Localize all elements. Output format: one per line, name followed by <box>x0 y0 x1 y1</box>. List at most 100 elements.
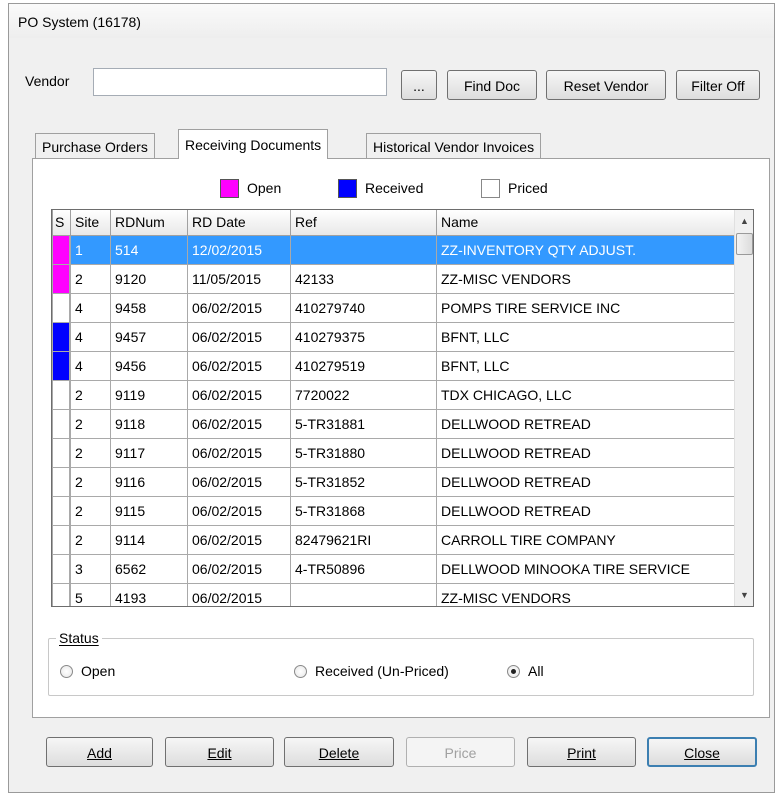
radio-open-label: Open <box>81 663 116 679</box>
row-status-cell <box>52 379 71 410</box>
site-cell: 5 <box>70 582 111 606</box>
add-button[interactable]: Add <box>46 737 153 767</box>
delete-button[interactable]: Delete <box>284 737 394 767</box>
grid-body: 1 514 12/02/2015 ZZ-INVENTORY QTY ADJUST. 2 9… <box>52 234 735 606</box>
status-radio-open[interactable]: Open <box>60 663 115 679</box>
name-cell: ZZ-MISC VENDORS <box>436 582 735 606</box>
legend-priced: Priced <box>481 177 548 199</box>
print-button-label: Print <box>567 745 596 761</box>
table-row[interactable]: 4 9458 06/02/2015 410279740 POMPS TIRE SERVI… <box>52 292 735 323</box>
site-cell: 2 <box>70 263 111 294</box>
legend-open-label: Open <box>247 180 282 196</box>
rd-date-cell: 12/02/2015 <box>187 234 291 265</box>
column-header-rd-date[interactable]: RD Date <box>187 210 291 236</box>
column-header-site[interactable]: Site <box>70 210 111 236</box>
table-row[interactable]: 2 9116 06/02/2015 5-TR31852 DELLWOOD RETREAD <box>52 466 735 497</box>
status-radio-received-unpriced[interactable]: Received (Un-Priced) <box>294 663 449 679</box>
scroll-up-icon[interactable]: ▲ <box>735 212 753 230</box>
row-status-cell <box>52 292 71 323</box>
find-doc-button[interactable]: Find Doc <box>447 70 537 100</box>
vendor-row: Vendor ... Find Doc Reset Vendor Filter … <box>25 68 766 100</box>
vendor-input[interactable] <box>93 68 387 96</box>
legend-open: Open <box>220 177 281 199</box>
window-title: PO System (16178) <box>9 4 774 38</box>
ref-cell: 410279740 <box>290 292 437 323</box>
name-cell: POMPS TIRE SERVICE INC <box>436 292 735 323</box>
rd-date-cell: 06/02/2015 <box>187 292 291 323</box>
row-status-cell <box>52 582 71 606</box>
ref-cell: 410279375 <box>290 321 437 352</box>
tab-receiving-documents[interactable]: Receiving Documents <box>178 129 329 159</box>
table-row[interactable]: 2 9117 06/02/2015 5-TR31880 DELLWOOD RETREAD <box>52 437 735 468</box>
tab-historical-vendor-invoices[interactable]: Historical Vendor Invoices <box>366 133 542 159</box>
delete-button-label: Delete <box>318 745 360 761</box>
table-row[interactable]: 2 9115 06/02/2015 5-TR31868 DELLWOOD RETREAD <box>52 495 735 526</box>
column-header-ref[interactable]: Ref <box>290 210 437 236</box>
edit-button[interactable]: Edit <box>165 737 274 767</box>
radio-received-indicator[interactable] <box>294 664 307 678</box>
scroll-down-icon[interactable]: ▼ <box>735 586 753 604</box>
close-button[interactable]: Close <box>647 737 757 767</box>
rdnum-cell: 9114 <box>110 524 188 555</box>
name-cell: BFNT, LLC <box>436 321 735 352</box>
site-cell: 4 <box>70 321 111 352</box>
status-color-indicator <box>53 265 70 292</box>
site-cell: 1 <box>70 234 111 265</box>
vendor-label: Vendor <box>25 73 70 89</box>
row-status-cell <box>52 437 71 468</box>
site-cell: 3 <box>70 553 111 584</box>
table-row[interactable]: 4 9457 06/02/2015 410279375 BFNT, LLC <box>52 321 735 352</box>
legend-received: Received <box>338 177 423 199</box>
reset-vendor-button[interactable]: Reset Vendor <box>546 70 666 100</box>
rdnum-cell: 6562 <box>110 553 188 584</box>
column-header-s[interactable]: S <box>52 210 71 236</box>
print-button[interactable]: Print <box>527 737 636 767</box>
row-status-cell <box>52 408 71 439</box>
site-cell: 2 <box>70 437 111 468</box>
table-row[interactable]: 1 514 12/02/2015 ZZ-INVENTORY QTY ADJUST. <box>52 234 735 265</box>
radio-all-label: All <box>528 663 544 679</box>
status-color-indicator <box>53 555 70 582</box>
grid-vertical-scrollbar[interactable]: ▲ ▼ <box>734 210 753 606</box>
name-cell: TDX CHICAGO, LLC <box>436 379 735 410</box>
receiving-documents-grid[interactable]: S Site RDNum RD Date Ref Name 1 514 12/02/… <box>51 209 754 607</box>
site-cell: 2 <box>70 379 111 410</box>
radio-open-indicator[interactable] <box>60 664 73 678</box>
price-button-label: Price <box>444 745 477 761</box>
rd-date-cell: 06/02/2015 <box>187 437 291 468</box>
column-header-rdnum[interactable]: RDNum <box>110 210 188 236</box>
rdnum-cell: 9116 <box>110 466 188 497</box>
rdnum-cell: 9115 <box>110 495 188 526</box>
ref-cell: 5-TR31881 <box>290 408 437 439</box>
add-button-label: Add <box>87 745 112 761</box>
table-row[interactable]: 2 9114 06/02/2015 82479621RI CARROLL TIRE CO… <box>52 524 735 555</box>
table-row[interactable]: 2 9120 11/05/2015 42133 ZZ-MISC VENDORS <box>52 263 735 294</box>
row-status-cell <box>52 524 71 555</box>
filter-off-button[interactable]: Filter Off <box>676 70 760 100</box>
rd-date-cell: 06/02/2015 <box>187 321 291 352</box>
rdnum-cell: 9457 <box>110 321 188 352</box>
table-row[interactable]: 2 9118 06/02/2015 5-TR31881 DELLWOOD RETREAD <box>52 408 735 439</box>
table-row[interactable]: 4 9456 06/02/2015 410279519 BFNT, LLC <box>52 350 735 381</box>
price-button[interactable]: Price <box>406 737 515 767</box>
scroll-thumb[interactable] <box>736 233 753 255</box>
ref-cell <box>290 582 437 606</box>
ref-cell: 4-TR50896 <box>290 553 437 584</box>
table-row[interactable]: 3 6562 06/02/2015 4-TR50896 DELLWOOD MINOOKA… <box>52 553 735 584</box>
table-row[interactable]: 5 4193 06/02/2015 ZZ-MISC VENDORS <box>52 582 735 606</box>
radio-all-indicator[interactable] <box>507 664 520 678</box>
tab-purchase-orders[interactable]: Purchase Orders <box>35 133 155 159</box>
status-radio-all[interactable]: All <box>507 663 544 679</box>
rd-date-cell: 06/02/2015 <box>187 582 291 606</box>
site-cell: 2 <box>70 524 111 555</box>
status-color-indicator <box>53 497 70 524</box>
status-color-indicator <box>53 294 70 321</box>
edit-button-label: Edit <box>207 745 232 761</box>
rdnum-cell: 9117 <box>110 437 188 468</box>
status-color-indicator <box>53 352 70 379</box>
vendor-browse-button[interactable]: ... <box>401 70 437 100</box>
rdnum-cell: 9458 <box>110 292 188 323</box>
row-status-cell <box>52 495 71 526</box>
column-header-name[interactable]: Name <box>436 210 735 236</box>
table-row[interactable]: 2 9119 06/02/2015 7720022 TDX CHICAGO, LLC <box>52 379 735 410</box>
